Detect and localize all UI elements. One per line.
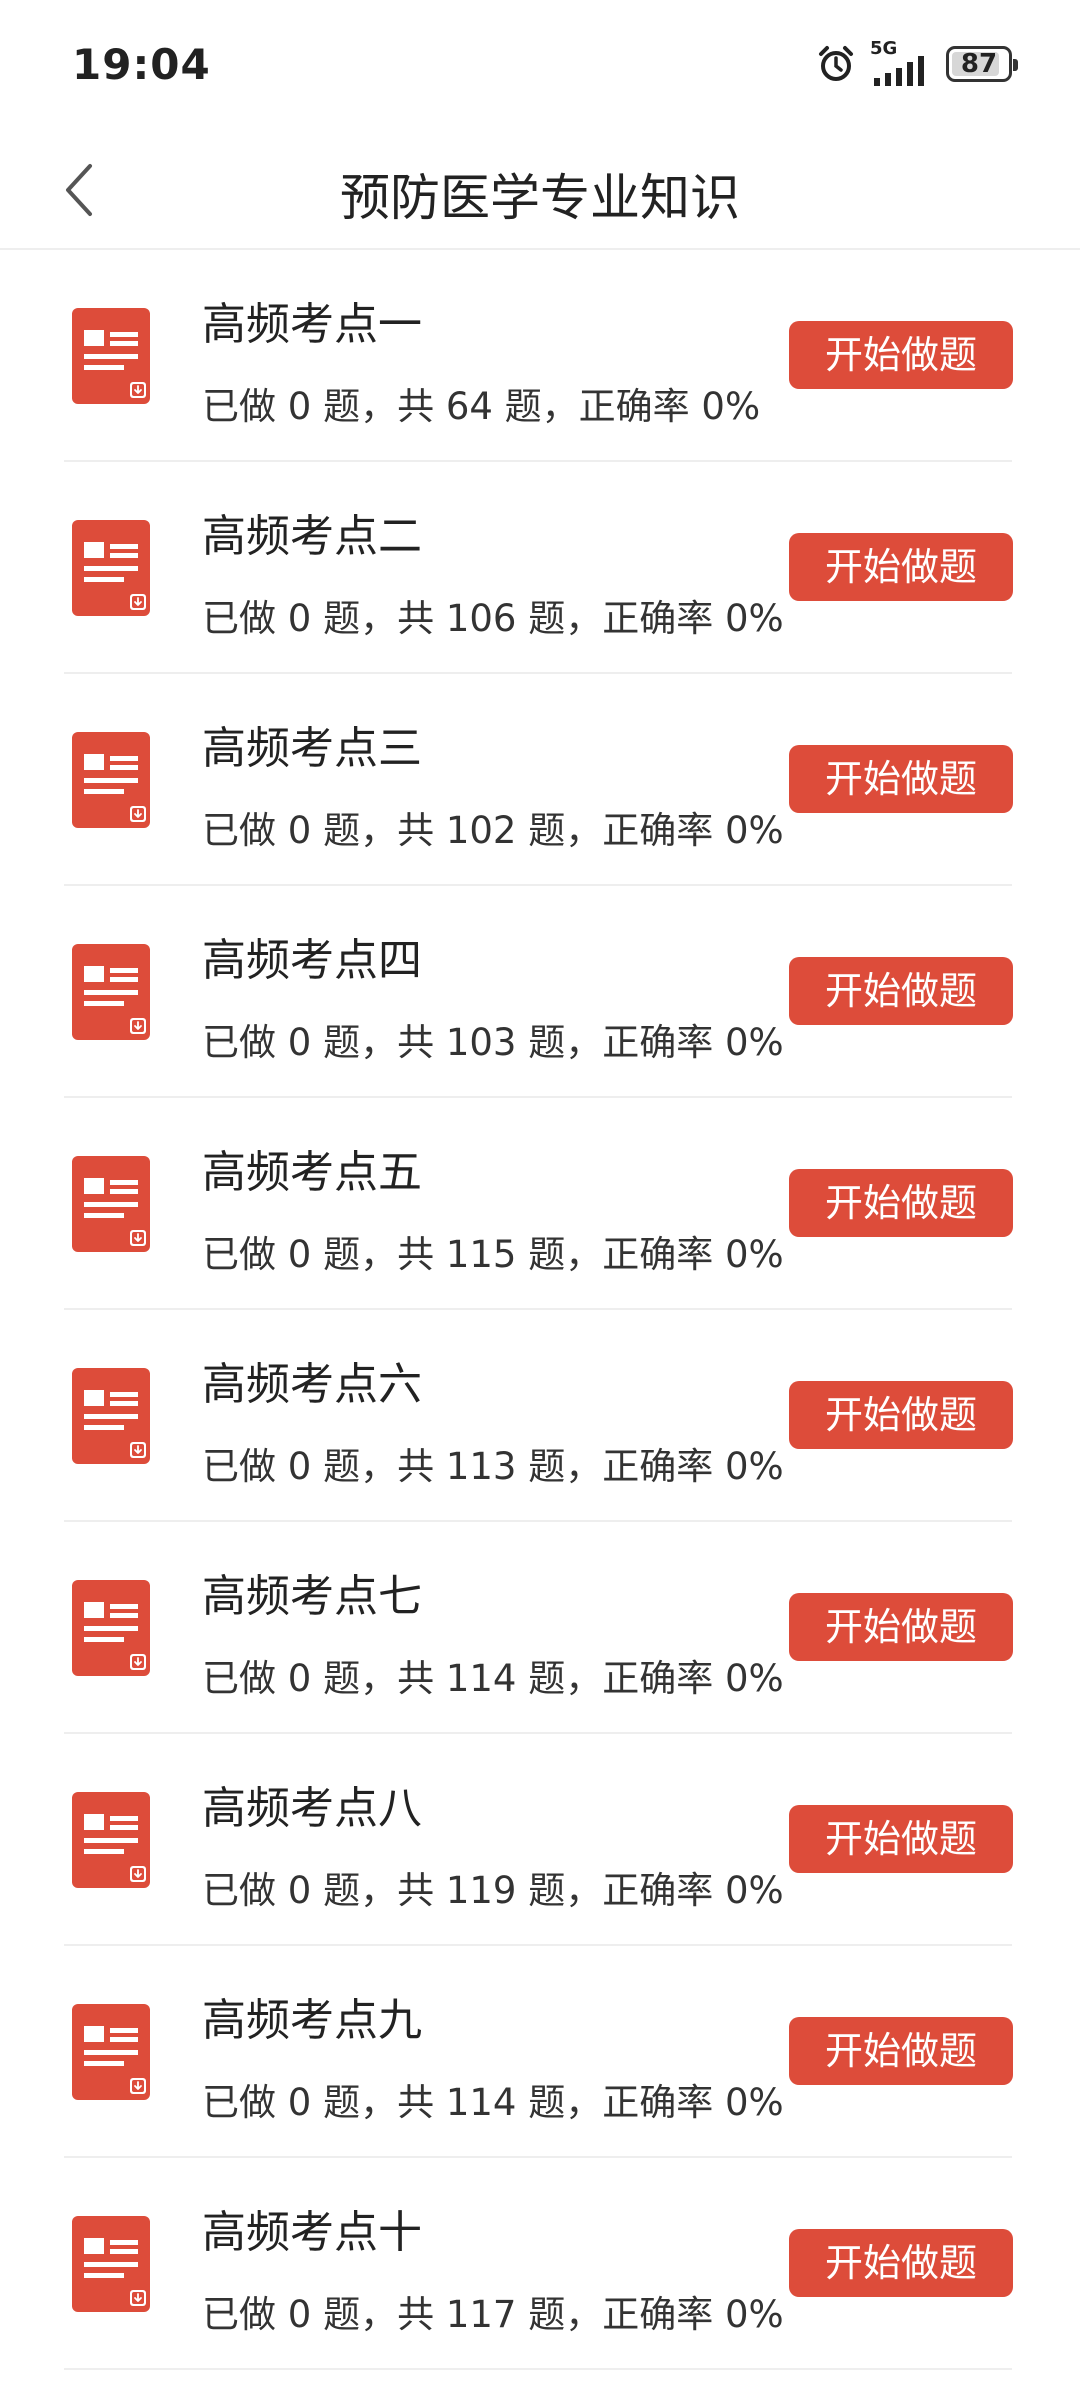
status-bar: 19:04 5G 87	[0, 0, 1080, 130]
item-title: 高频考点二	[202, 511, 422, 562]
document-icon	[72, 944, 150, 1040]
start-practice-button[interactable]: 开始做题	[789, 1593, 1013, 1661]
signal-icon	[874, 56, 924, 86]
item-stats: 已做 0 题，共 119 题，正确率 0%	[202, 1869, 784, 1912]
document-icon	[72, 2216, 150, 2312]
item-title: 高频考点一	[202, 299, 422, 350]
divider	[64, 2368, 1012, 2370]
document-icon	[72, 520, 150, 616]
start-practice-button[interactable]: 开始做题	[789, 745, 1013, 813]
item-stats: 已做 0 题，共 113 题，正确率 0%	[202, 1445, 784, 1488]
start-practice-button[interactable]: 开始做题	[789, 533, 1013, 601]
item-stats: 已做 0 题，共 64 题，正确率 0%	[202, 385, 761, 428]
list-item-5: 高频考点五 已做 0 题，共 115 题，正确率 0% 开始做题	[0, 1098, 1080, 1310]
document-icon	[72, 1792, 150, 1888]
list-item-4: 高频考点四 已做 0 题，共 103 题，正确率 0% 开始做题	[0, 886, 1080, 1098]
item-stats: 已做 0 题，共 102 题，正确率 0%	[202, 809, 784, 852]
list-item-7: 高频考点七 已做 0 题，共 114 题，正确率 0% 开始做题	[0, 1522, 1080, 1734]
item-stats: 已做 0 题，共 117 题，正确率 0%	[202, 2293, 784, 2336]
item-title: 高频考点六	[202, 1359, 422, 1410]
document-icon	[72, 308, 150, 404]
item-stats: 已做 0 题，共 114 题，正确率 0%	[202, 2081, 784, 2124]
battery-icon: 87	[946, 46, 1018, 82]
item-title: 高频考点五	[202, 1147, 422, 1198]
item-title: 高频考点七	[202, 1571, 422, 1622]
list-item-8: 高频考点八 已做 0 题，共 119 题，正确率 0% 开始做题	[0, 1734, 1080, 1946]
item-title: 高频考点九	[202, 1995, 422, 2046]
alarm-icon	[816, 44, 856, 84]
document-icon	[72, 1156, 150, 1252]
document-icon	[72, 1580, 150, 1676]
header: 预防医学专业知识	[0, 130, 1080, 250]
start-practice-button[interactable]: 开始做题	[789, 2017, 1013, 2085]
list-item-3: 高频考点三 已做 0 题，共 102 题，正确率 0% 开始做题	[0, 674, 1080, 886]
battery-level: 87	[960, 49, 998, 79]
start-practice-button[interactable]: 开始做题	[789, 321, 1013, 389]
list-item-9: 高频考点九 已做 0 题，共 114 题，正确率 0% 开始做题	[0, 1946, 1080, 2158]
status-time: 19:04	[72, 40, 211, 89]
item-title: 高频考点四	[202, 935, 422, 986]
list-item-10: 高频考点十 已做 0 题，共 117 题，正确率 0% 开始做题	[0, 2158, 1080, 2370]
item-stats: 已做 0 题，共 106 题，正确率 0%	[202, 597, 784, 640]
start-practice-button[interactable]: 开始做题	[789, 1381, 1013, 1449]
page: 19:04 5G 87 预防医学专业知识 高频考点一 已做 0 题，共 64 题…	[0, 0, 1080, 2398]
document-icon	[72, 1368, 150, 1464]
document-icon	[72, 732, 150, 828]
item-stats: 已做 0 题，共 103 题，正确率 0%	[202, 1021, 784, 1064]
page-title: 预防医学专业知识	[340, 169, 740, 227]
start-practice-button[interactable]: 开始做题	[789, 1169, 1013, 1237]
item-title: 高频考点三	[202, 723, 422, 774]
list-item-6: 高频考点六 已做 0 题，共 113 题，正确率 0% 开始做题	[0, 1310, 1080, 1522]
item-title: 高频考点十	[202, 2207, 422, 2258]
list-item-1: 高频考点一 已做 0 题，共 64 题，正确率 0% 开始做题	[0, 250, 1080, 462]
list-item-2: 高频考点二 已做 0 题，共 106 题，正确率 0% 开始做题	[0, 462, 1080, 674]
start-practice-button[interactable]: 开始做题	[789, 957, 1013, 1025]
item-stats: 已做 0 题，共 114 题，正确率 0%	[202, 1657, 784, 1700]
start-practice-button[interactable]: 开始做题	[789, 2229, 1013, 2297]
item-title: 高频考点八	[202, 1783, 422, 1834]
start-practice-button[interactable]: 开始做题	[789, 1805, 1013, 1873]
document-icon	[72, 2004, 150, 2100]
network-indicator: 5G	[870, 38, 932, 86]
status-icons: 5G 87	[816, 38, 1018, 86]
topic-list: 高频考点一 已做 0 题，共 64 题，正确率 0% 开始做题 高频考点二 已做…	[0, 250, 1080, 2370]
item-stats: 已做 0 题，共 115 题，正确率 0%	[202, 1233, 784, 1276]
